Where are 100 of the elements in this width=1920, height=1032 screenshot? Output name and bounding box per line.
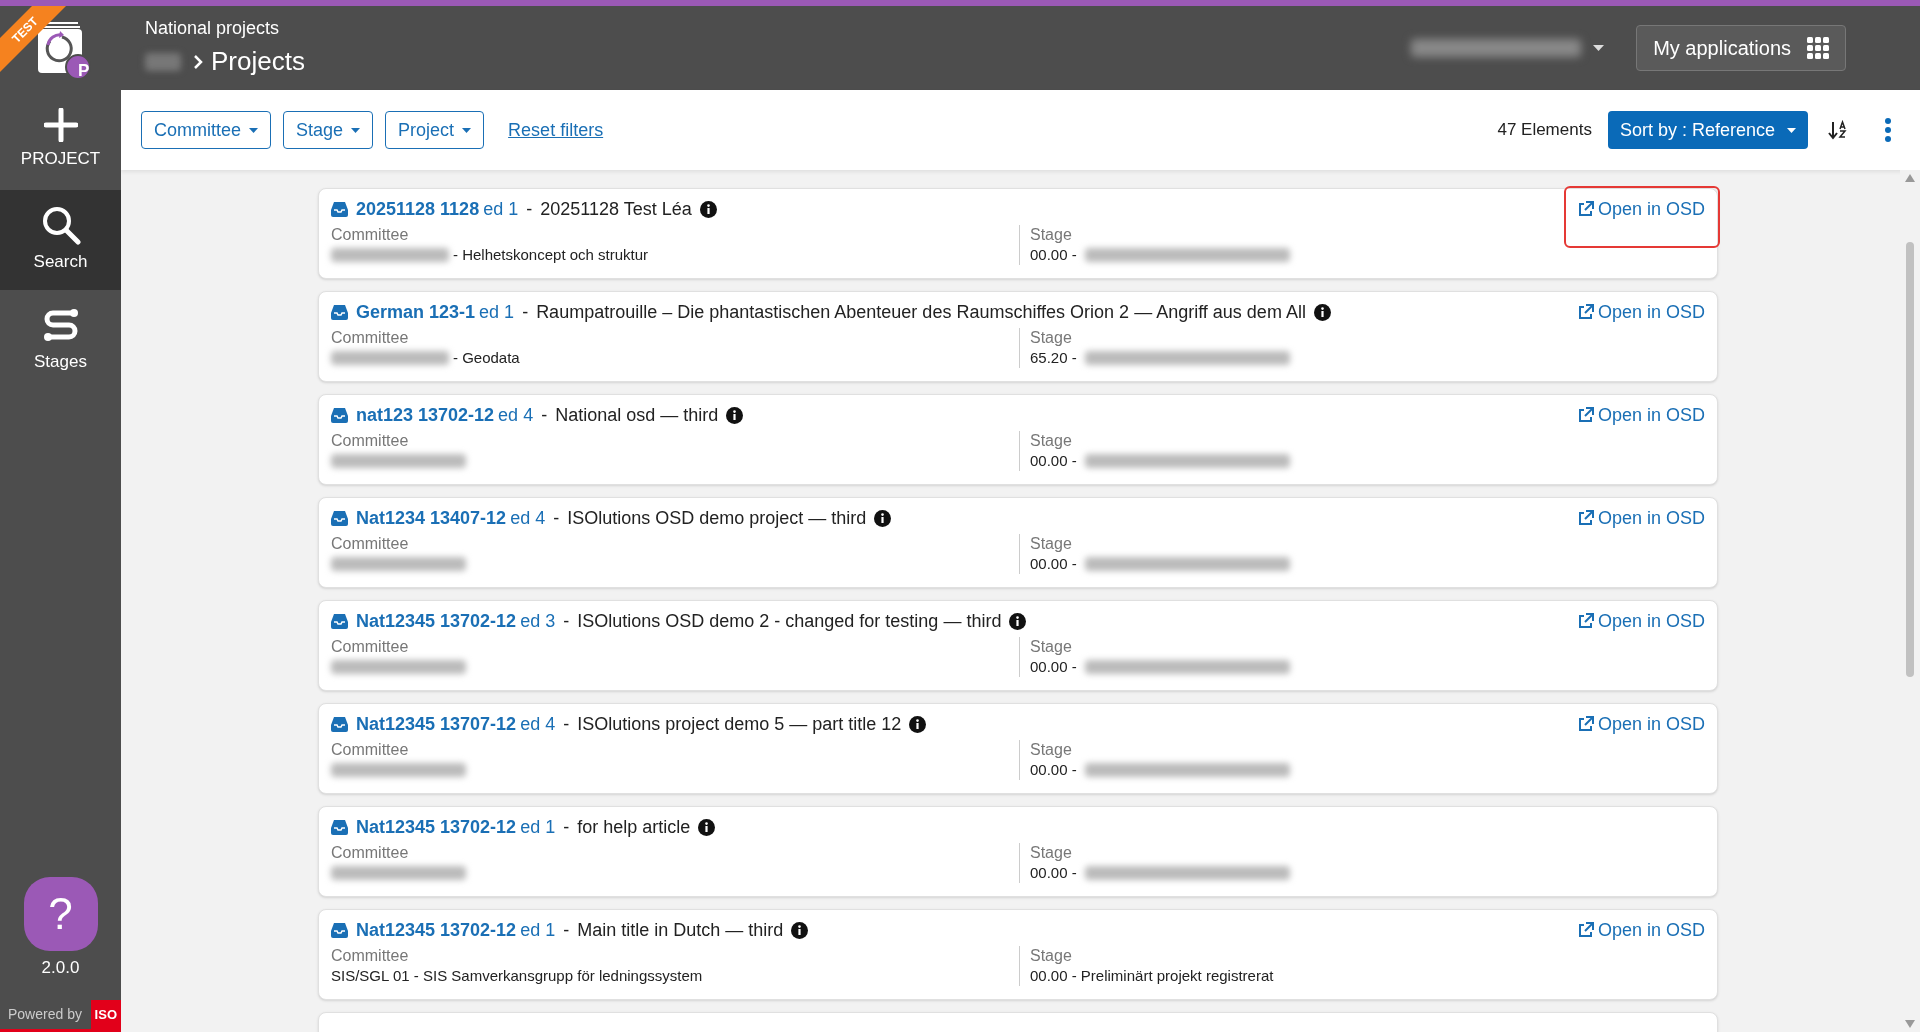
search-icon — [40, 205, 81, 246]
field-label: Committee — [331, 740, 410, 760]
field-label: Committee — [331, 431, 410, 451]
field-label: Committee — [331, 534, 410, 554]
more-options-icon[interactable] — [1884, 118, 1892, 142]
caret-icon — [1787, 127, 1796, 133]
project-title: Raumpatrouille – Die phantastischen Abenteuer des Raumschiffes Orion 2 — Angriff aus dem All — [536, 301, 1306, 324]
caret-icon — [462, 127, 472, 133]
project-title: 20251128 Test Léa — [540, 198, 692, 221]
element-count: 47 Elements — [1497, 119, 1592, 142]
stage-value: 00.00 - — [1030, 450, 1077, 471]
open-in-osd-link[interactable]: Open in OSD — [1576, 403, 1705, 427]
page-title: Projects — [211, 45, 305, 78]
external-link-icon — [1576, 509, 1594, 527]
caret-icon — [351, 127, 361, 133]
separator-dash: - — [522, 301, 529, 324]
field-label: Committee — [331, 946, 410, 966]
scroll-down-icon[interactable] — [1905, 1020, 1915, 1028]
info-icon[interactable] — [699, 200, 717, 218]
stage-value: 00.00 - — [1030, 862, 1077, 883]
inbox-icon — [331, 201, 348, 217]
separator-dash: - — [553, 507, 560, 530]
info-icon[interactable] — [726, 406, 744, 424]
external-link-icon — [1576, 200, 1594, 218]
my-applications-button[interactable]: My applications — [1636, 25, 1846, 71]
stage-value: 00.00 - Preliminärt projekt registrerat — [1030, 965, 1274, 986]
stage-value: 00.00 - — [1030, 244, 1077, 265]
edition-label: ed 3 — [520, 610, 556, 633]
sort-dropdown[interactable]: Sort by : Reference — [1607, 111, 1808, 149]
open-in-osd-link[interactable]: Open in OSD — [1576, 197, 1705, 221]
grid-icon — [1807, 37, 1829, 59]
plus-icon — [43, 108, 78, 143]
field-label: Stage — [1030, 740, 1073, 760]
inbox-icon — [331, 716, 348, 732]
inbox-icon — [331, 819, 348, 835]
project-title: ISOlutions OSD demo project — third — [567, 507, 867, 530]
project-reference-link[interactable]: Nat12345 13707-12 — [356, 712, 517, 736]
project-reference-link[interactable]: German 123-1 — [356, 300, 476, 324]
stage-value: 00.00 - — [1030, 759, 1077, 780]
project-reference-link[interactable]: Nat12345 13702-12 — [356, 609, 517, 633]
filter-dropdown[interactable]: Project — [385, 111, 485, 149]
avatar-letter: P — [78, 60, 90, 82]
field-label: Stage — [1030, 946, 1073, 966]
powered-by-text: Powered by — [7, 1005, 82, 1024]
open-in-osd-link[interactable]: Open in OSD — [1576, 918, 1705, 942]
committee-value: SIS/SGL 01 - SIS Samverkansgrupp för ledningssystem — [331, 965, 703, 986]
filter-dropdown[interactable]: Committee — [141, 111, 272, 149]
project-reference-link[interactable]: nat123 13702-12 — [356, 403, 495, 427]
project-reference-link[interactable]: Nat12345 13702-12 — [356, 918, 517, 942]
filter-dropdown[interactable]: Stage — [283, 111, 374, 149]
separator-dash: - — [563, 713, 570, 736]
caret-icon — [1593, 45, 1605, 51]
open-in-osd-link[interactable]: Open in OSD — [1576, 609, 1705, 633]
open-in-osd-link[interactable]: Open in OSD — [1576, 506, 1705, 530]
committee-value: - Geodata — [453, 347, 520, 368]
info-icon[interactable] — [791, 921, 809, 939]
open-in-osd-link[interactable]: Open in OSD — [1576, 300, 1705, 324]
stage-value: 65.20 - — [1030, 347, 1077, 368]
committee-value: - Helhetskoncept och struktur — [453, 244, 649, 265]
separator-dash: - — [526, 198, 533, 221]
project-title: ISOlutions OSD demo 2 - changed for testing — third — [577, 610, 1002, 633]
sidebar-item[interactable]: Stages — [0, 290, 121, 390]
info-icon[interactable] — [1009, 612, 1027, 630]
project-title: ISOlutions project demo 5 — part title 12 — [577, 713, 902, 736]
version-label: 2.0.0 — [40, 956, 81, 979]
inbox-icon — [331, 510, 348, 526]
external-link-icon — [1576, 715, 1594, 733]
info-icon[interactable] — [1313, 303, 1331, 321]
inbox-icon — [331, 922, 348, 938]
scrollbar-thumb[interactable] — [1906, 242, 1914, 677]
edition-label: ed 4 — [520, 713, 556, 736]
sidebar-item[interactable]: Search — [0, 190, 121, 290]
project-title: for help article — [577, 816, 691, 839]
project-reference-link[interactable]: Nat12345 13702-12 — [356, 815, 517, 839]
external-link-icon — [1576, 406, 1594, 424]
field-label: Stage — [1030, 225, 1073, 245]
edition-label: ed 1 — [520, 919, 556, 942]
info-icon[interactable] — [874, 509, 892, 527]
project-reference-link[interactable]: 20251128 1128 — [356, 197, 480, 221]
field-label: Committee — [331, 225, 410, 245]
field-label: Stage — [1030, 637, 1073, 657]
reset-filters-link[interactable]: Reset filters — [508, 116, 604, 144]
project-reference-link[interactable]: Nat1234 13407-12 — [356, 506, 507, 530]
sort-direction-icon[interactable] — [1828, 120, 1848, 140]
scroll-up-icon[interactable] — [1905, 174, 1915, 182]
sidebar-item[interactable]: PROJECT — [0, 90, 121, 190]
chevron-right-icon — [193, 53, 203, 70]
inbox-icon — [331, 613, 348, 629]
field-label: Stage — [1030, 534, 1073, 554]
open-in-osd-link[interactable]: Open in OSD — [1576, 712, 1705, 736]
separator-dash: - — [563, 919, 570, 942]
project-title: National osd — third — [555, 404, 719, 427]
help-button[interactable]: ? — [23, 876, 98, 951]
info-icon[interactable] — [909, 715, 927, 733]
inbox-icon — [331, 407, 348, 423]
edition-label: ed 4 — [498, 404, 534, 427]
field-label: Committee — [331, 843, 410, 863]
info-icon[interactable] — [698, 818, 716, 836]
external-link-icon — [1576, 612, 1594, 630]
field-label: Committee — [331, 637, 410, 657]
